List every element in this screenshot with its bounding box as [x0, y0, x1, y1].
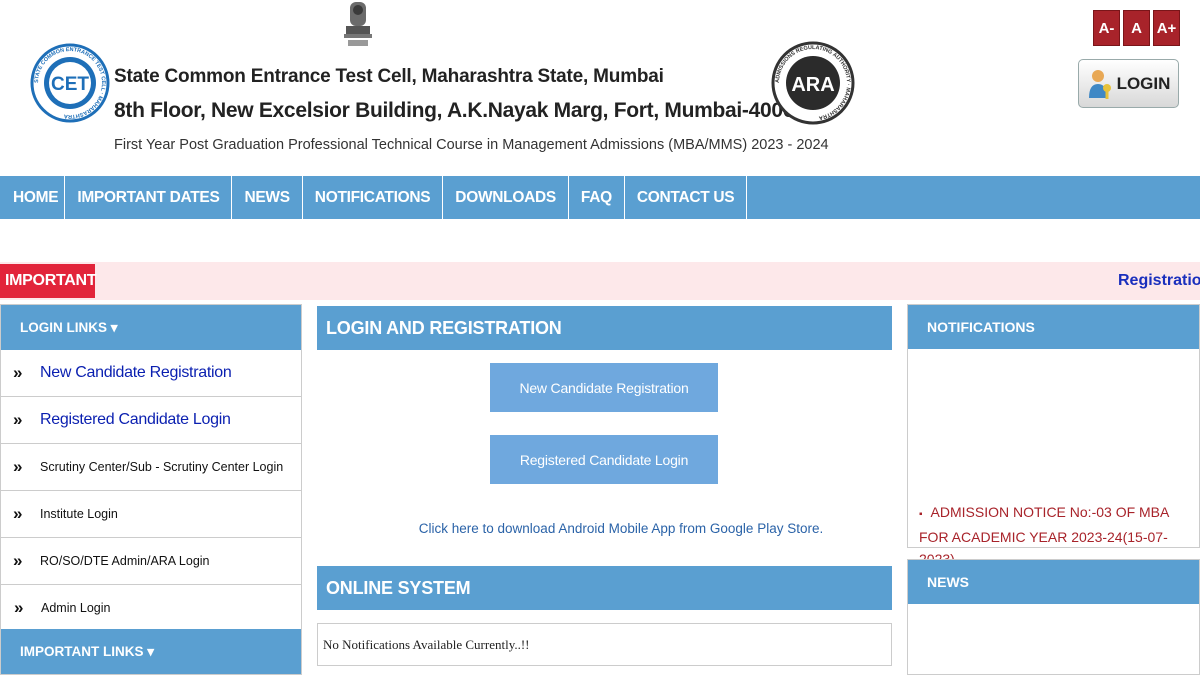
- bullet-icon: ▪: [919, 509, 923, 520]
- font-increase-button[interactable]: A+: [1153, 10, 1180, 46]
- ara-logo[interactable]: ARA ADMISSIONS REGULATING AUTHORITY · MA…: [770, 24, 856, 142]
- registered-candidate-login-button[interactable]: Registered Candidate Login: [490, 435, 718, 484]
- link-admin-ara-login[interactable]: » RO/SO/DTE Admin/ARA Login: [1, 538, 301, 585]
- user-key-icon: [1088, 69, 1111, 99]
- chevron-icon: »: [13, 504, 23, 523]
- nav-notifications[interactable]: NOTIFICATIONS: [303, 176, 444, 219]
- new-candidate-registration-button[interactable]: New Candidate Registration: [490, 363, 718, 412]
- login-button[interactable]: LOGIN: [1078, 59, 1179, 108]
- online-system-message: No Notifications Available Currently..!!: [317, 623, 892, 666]
- header-subtitle: First Year Post Graduation Professional …: [114, 137, 829, 153]
- notifications-header: NOTIFICATIONS: [908, 305, 1199, 349]
- link-label: Admin Login: [41, 601, 111, 615]
- link-label: Registered Candidate Login: [40, 411, 231, 428]
- ara-logo-text: ARA: [791, 74, 834, 96]
- header-title: State Common Entrance Test Cell, Maharas…: [114, 66, 664, 87]
- link-label: Institute Login: [40, 507, 118, 521]
- chevron-icon: »: [13, 363, 23, 382]
- chevron-icon: »: [13, 410, 23, 429]
- national-emblem-icon: [344, 2, 372, 46]
- ticker-label: IMPORTANT: [0, 264, 97, 298]
- link-scrutiny-center-login[interactable]: » Scrutiny Center/Sub - Scrutiny Center …: [1, 444, 301, 491]
- important-links-header[interactable]: IMPORTANT LINKS ▾: [1, 629, 301, 674]
- nav-downloads[interactable]: DOWNLOADS: [443, 176, 569, 219]
- login-links-panel: LOGIN LINKS ▾ » New Candidate Registrati…: [0, 304, 302, 675]
- link-registered-candidate-login[interactable]: » Registered Candidate Login: [1, 397, 301, 444]
- link-institute-login[interactable]: » Institute Login: [1, 491, 301, 538]
- android-app-link[interactable]: Click here to download Android Mobile Ap…: [317, 521, 925, 536]
- nav-contact-us[interactable]: CONTACT US: [625, 176, 748, 219]
- important-ticker: IMPORTANT Registration: [0, 262, 1200, 300]
- font-reset-button[interactable]: A: [1123, 10, 1150, 46]
- main-nav: HOME IMPORTANT DATES NEWS NOTIFICATIONS …: [0, 176, 1200, 219]
- font-size-controls: A- A A+: [1093, 10, 1180, 46]
- nav-important-dates[interactable]: IMPORTANT DATES: [65, 176, 233, 219]
- link-label: RO/SO/DTE Admin/ARA Login: [40, 554, 210, 568]
- chevron-icon: »: [13, 457, 23, 476]
- login-button-label: LOGIN: [1116, 73, 1171, 93]
- notification-text: ADMISSION NOTICE No:-03 OF MBA FOR ACADE…: [919, 504, 1169, 567]
- chevron-icon: »: [13, 551, 23, 570]
- link-admin-login[interactable]: » Admin Login: [1, 585, 301, 632]
- news-header: NEWS: [908, 560, 1199, 604]
- login-links-header[interactable]: LOGIN LINKS ▾: [1, 305, 301, 350]
- cet-logo[interactable]: CET STATE COMMON ENTRANCE TEST CELL · MA…: [30, 26, 110, 140]
- site-header: CET STATE COMMON ENTRANCE TEST CELL · MA…: [0, 0, 1200, 176]
- ticker-link[interactable]: Registration: [1118, 272, 1200, 290]
- chevron-icon: »: [14, 598, 24, 617]
- link-label: New Candidate Registration: [40, 364, 232, 381]
- nav-news[interactable]: NEWS: [232, 176, 303, 219]
- nav-home[interactable]: HOME: [0, 176, 66, 219]
- notifications-panel: NOTIFICATIONS ▪ ADMISSION NOTICE No:-03 O…: [907, 304, 1200, 567]
- nav-faq[interactable]: FAQ: [569, 176, 625, 219]
- cet-logo-text: CET: [51, 74, 89, 95]
- link-new-candidate-registration[interactable]: » New Candidate Registration: [1, 350, 301, 397]
- news-panel: NEWS: [907, 559, 1200, 675]
- login-registration-header: LOGIN AND REGISTRATION: [317, 306, 892, 350]
- font-decrease-button[interactable]: A-: [1093, 10, 1120, 46]
- link-label: Scrutiny Center/Sub - Scrutiny Center Lo…: [40, 460, 284, 474]
- online-system-header: ONLINE SYSTEM: [317, 566, 892, 610]
- header-address: 8th Floor, New Excelsior Building, A.K.N…: [114, 99, 823, 122]
